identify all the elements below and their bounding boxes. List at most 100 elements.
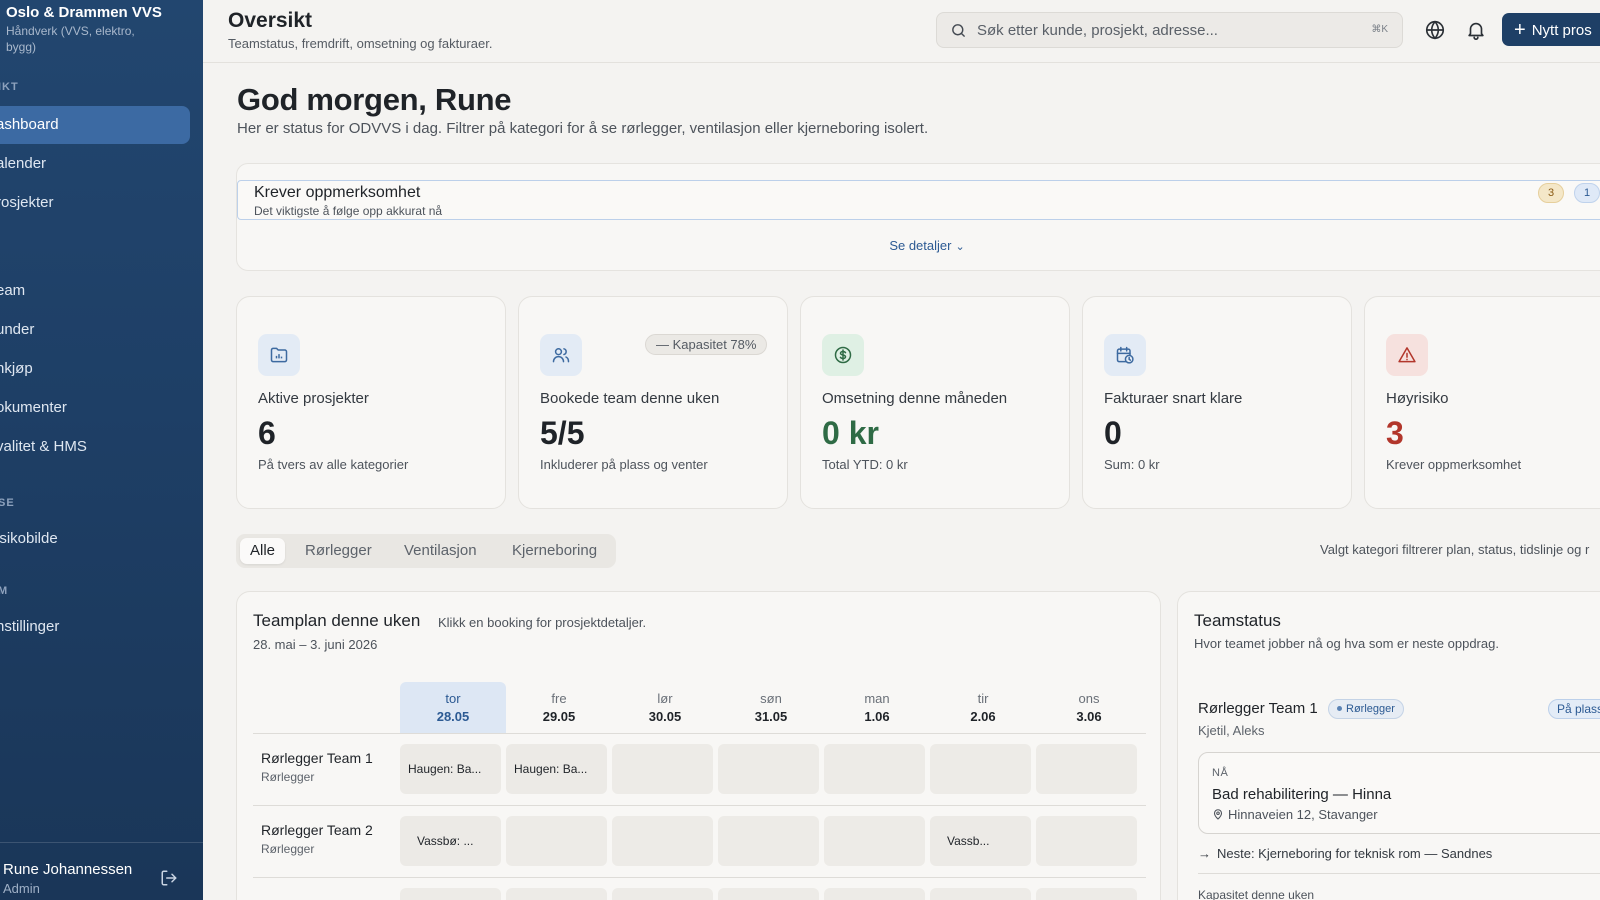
sidebar-item-quality-hms[interactable]: valitet & HMS [0, 428, 190, 466]
kpi-note: Krever oppmerksomhet [1386, 457, 1522, 472]
kpi-high-risk[interactable]: Høyrisiko 3 Krever oppmerksomhet [1364, 296, 1600, 509]
team-name: Rørlegger Team 1 [1198, 700, 1318, 717]
team-status-subtitle: Hvor teamet jobber nå og hva som er nest… [1194, 636, 1499, 651]
map-pin-icon [1213, 809, 1223, 820]
search-input[interactable]: Søk etter kunde, prosjekt, adresse... ⌘K [936, 12, 1403, 48]
attention-subtitle: Det viktigste å følge opp akkurat nå [254, 204, 443, 218]
see-details-link[interactable]: Se detaljer ⌄ [237, 238, 1600, 253]
kpi-active-projects[interactable]: Aktive prosjekter 6 På tvers av alle kat… [236, 296, 506, 509]
page-subtitle: Teamstatus, fremdrift, omsetning og fakt… [228, 36, 493, 51]
booking-cell-empty[interactable] [1036, 888, 1137, 900]
new-project-button[interactable]: + Nytt pros [1502, 13, 1600, 46]
booking-cell-empty[interactable] [824, 816, 925, 866]
kpi-value: 0 kr [822, 415, 879, 451]
team-status-card: Teamstatus Hvor teamet jobber nå og hva … [1177, 591, 1600, 900]
booking-cell-empty[interactable] [1036, 816, 1137, 866]
sidebar-item-projects[interactable]: rosjekter [0, 184, 190, 222]
plus-icon: + [1514, 19, 1526, 41]
tab-all[interactable]: Alle [240, 538, 286, 564]
logout-icon[interactable] [160, 869, 178, 887]
sidebar-item-label: nstillinger [0, 618, 60, 635]
day-date: 31.05 [754, 709, 788, 724]
nav-section-analysis: SE [0, 497, 15, 509]
current-job-address: Hinnaveien 12, Stavanger [1212, 806, 1378, 822]
kpi-note: Total YTD: 0 kr [822, 457, 908, 472]
sidebar-item-documents[interactable]: okumenter [0, 389, 190, 427]
day-header: tir 2.06 [930, 682, 1036, 733]
booking-cell-empty[interactable] [930, 744, 1031, 794]
booking-cell-empty[interactable] [718, 888, 819, 900]
booking-cell-empty[interactable] [824, 744, 925, 794]
see-details-label: Se detaljer [889, 238, 952, 253]
day-header: søn 31.05 [718, 682, 824, 733]
chevron-down-icon: ⌄ [955, 241, 965, 253]
booking-cell-empty[interactable] [506, 888, 607, 900]
booking-cell[interactable]: Haugen: Ba... [400, 744, 501, 794]
team-row-category: Rørlegger [261, 770, 315, 784]
filter-note: Valgt kategori filtrerer plan, status, t… [1320, 542, 1590, 557]
divider [1198, 873, 1600, 874]
sidebar-item-team[interactable]: eam [0, 272, 190, 310]
day-name: fre [551, 691, 567, 706]
page-title: Oversikt [228, 9, 313, 32]
folder-chart-icon [258, 334, 300, 376]
current-job-title: Bad rehabilitering — Hinna [1212, 786, 1392, 803]
booking-cell-empty[interactable] [612, 888, 713, 900]
kpi-booked-teams[interactable]: — Kapasitet 78% Bookede team denne uken … [518, 296, 788, 509]
booking-cell-empty[interactable] [1036, 744, 1137, 794]
dollar-circle-icon [822, 334, 864, 376]
booking-cell-empty[interactable] [400, 888, 501, 900]
attention-title: Krever oppmerksomhet [254, 184, 421, 201]
booking-cell[interactable]: Vassb... [930, 816, 1031, 866]
sidebar-item-customers[interactable]: under [0, 311, 190, 349]
kpi-label: Bookede team denne uken [540, 390, 720, 407]
sidebar: Oslo & Drammen VVS Håndverk (VVS, elektr… [0, 0, 203, 900]
sidebar-item-dashboard[interactable]: ashboard [0, 106, 190, 144]
day-name: ons [1078, 691, 1100, 706]
booking-cell[interactable]: Vassbø: ... [400, 816, 501, 866]
kpi-label: Høyrisiko [1386, 390, 1449, 407]
team-plan-range: 28. mai – 3. juni 2026 [253, 637, 378, 652]
globe-icon[interactable] [1424, 19, 1446, 41]
booking-cell-empty[interactable] [718, 744, 819, 794]
tab-core-drilling[interactable]: Kjerneboring [502, 538, 607, 564]
next-job-text: Neste: Kjerneboring for teknisk rom — Sa… [1217, 846, 1493, 861]
bell-icon[interactable] [1465, 19, 1487, 41]
warning-count-badge: 3 [1538, 183, 1564, 203]
sidebar-item-purchasing[interactable]: nkjøp [0, 350, 190, 388]
day-date: 3.06 [1076, 709, 1102, 724]
booking-cell-empty[interactable] [612, 744, 713, 794]
booking-cell-empty[interactable] [506, 816, 607, 866]
current-job-card[interactable]: NÅ Bad rehabilitering — Hinna Hinnaveien… [1198, 752, 1600, 834]
status-dot-icon [1337, 706, 1342, 711]
kpi-value: 6 [258, 415, 276, 451]
sidebar-item-label: okumenter [0, 399, 67, 416]
sidebar-item-calendar[interactable]: alender [0, 145, 190, 183]
booking-cell-empty[interactable] [930, 888, 1031, 900]
attention-header[interactable]: Krever oppmerksomhet Det viktigste å føl… [237, 180, 1600, 220]
greeting-title: God morgen, Rune [237, 82, 512, 117]
tab-ventilation[interactable]: Ventilasjon [394, 538, 487, 564]
day-header: fre 29.05 [506, 682, 612, 733]
user-role: Admin [3, 881, 40, 896]
booking-cell-empty[interactable] [824, 888, 925, 900]
booking-cell-empty[interactable] [718, 816, 819, 866]
kpi-revenue-month[interactable]: Omsetning denne måneden 0 kr Total YTD: … [800, 296, 1070, 509]
sidebar-item-label: alender [0, 155, 47, 172]
sidebar-item-risk[interactable]: isikobilde [0, 520, 190, 558]
search-placeholder: Søk etter kunde, prosjekt, adresse... [977, 22, 1218, 39]
nav-section-system: M [0, 585, 9, 597]
brand-subtitle: Håndverk (VVS, elektro, bygg) [6, 24, 135, 54]
booking-cell-empty[interactable] [612, 816, 713, 866]
sidebar-item-label: nkjøp [0, 360, 33, 377]
kpi-note: På tvers av alle kategorier [258, 457, 409, 472]
tab-plumber[interactable]: Rørlegger [295, 538, 382, 564]
booking-cell[interactable]: Haugen: Ba... [506, 744, 607, 794]
kpi-invoices-ready[interactable]: Fakturaer snart klare 0 Sum: 0 kr [1082, 296, 1352, 509]
team-row-name: Rørlegger Team 1 [261, 750, 373, 766]
kpi-value: 3 [1386, 415, 1404, 451]
day-header: ons 3.06 [1036, 682, 1142, 733]
team-row-category: Rørlegger [261, 842, 315, 856]
sidebar-item-settings[interactable]: nstillinger [0, 608, 190, 646]
address-text: Hinnaveien 12, Stavanger [1228, 807, 1378, 822]
